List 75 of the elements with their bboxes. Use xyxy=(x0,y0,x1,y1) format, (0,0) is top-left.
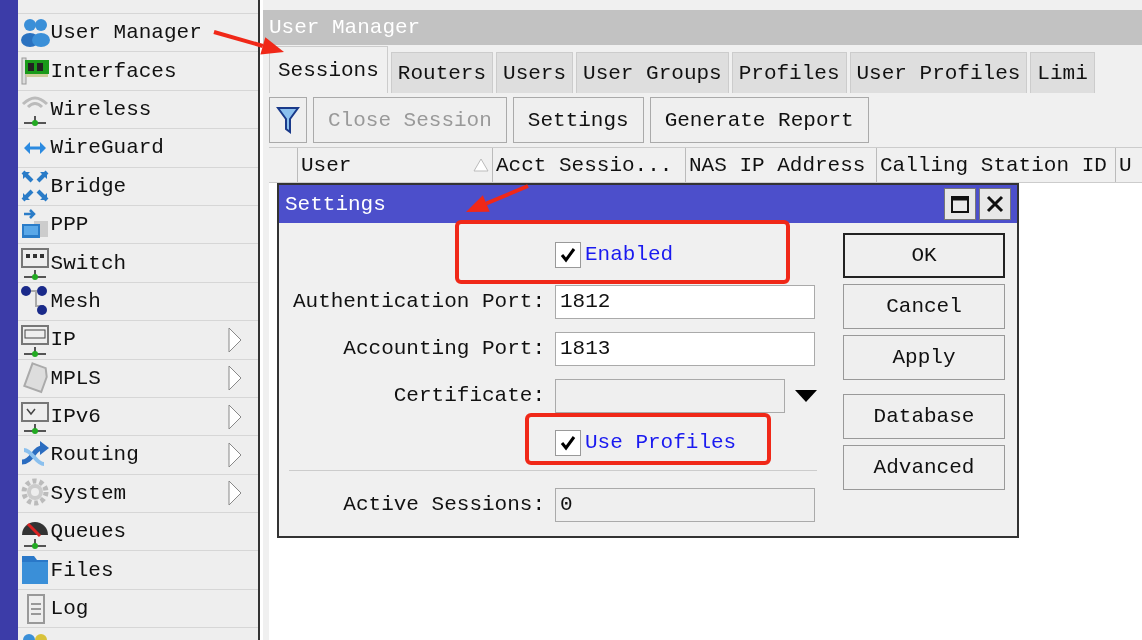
tab[interactable]: Sessions xyxy=(269,46,388,93)
field-label: Active Sessions: xyxy=(342,493,545,516)
menu-label: Wireless xyxy=(50,97,153,121)
menu-label: Mesh xyxy=(50,289,102,313)
bridge-icon xyxy=(19,169,50,204)
menu-item[interactable]: Bridge xyxy=(17,167,258,206)
filter-button[interactable] xyxy=(269,97,307,143)
menu-item[interactable]: Log xyxy=(17,589,258,629)
menu-label: MPLS xyxy=(50,366,102,390)
tab[interactable]: Limi xyxy=(1030,52,1095,93)
menu-item[interactable]: System xyxy=(17,474,258,514)
menu-item[interactable]: Mesh xyxy=(17,282,258,322)
field-label: Authentication Port: xyxy=(291,290,545,313)
tab[interactable]: Profiles xyxy=(731,52,847,93)
menu-label: IPv6 xyxy=(50,405,102,429)
menu-item[interactable]: Wireless xyxy=(17,90,258,130)
field-label: Accounting Port: xyxy=(342,337,545,360)
maximize-icon xyxy=(950,194,970,214)
filter-icon xyxy=(276,105,300,135)
checkbox[interactable] xyxy=(555,429,581,456)
column-header[interactable]: Calling Station ID xyxy=(877,148,1116,182)
menu-label: Interfaces xyxy=(50,59,178,83)
dialog-button[interactable]: Cancel xyxy=(843,284,1005,329)
close-button[interactable] xyxy=(979,188,1011,220)
menu-item[interactable]: Files xyxy=(17,551,258,590)
menu-label: System xyxy=(50,481,128,505)
maximize-button[interactable] xyxy=(944,188,976,220)
menu-item[interactable]: Interfaces xyxy=(17,52,258,91)
checkbox-label[interactable]: Use Profiles xyxy=(585,431,737,454)
menu-item[interactable]: MPLS xyxy=(17,359,258,398)
menu-item[interactable]: Switch xyxy=(17,244,258,283)
check-icon xyxy=(560,246,576,263)
tab[interactable]: Routers xyxy=(390,52,494,93)
column-header[interactable]: User xyxy=(298,148,493,182)
tab[interactable]: User Groups xyxy=(576,52,729,93)
toolbar-button[interactable]: Generate Report xyxy=(649,97,869,143)
column-header[interactable]: Acct Sessio... xyxy=(493,148,686,182)
field-label: Certificate: xyxy=(392,384,545,407)
menu-label: Files xyxy=(50,558,115,582)
menu-label: Routing xyxy=(50,443,140,467)
menu-label: PPP xyxy=(50,213,90,237)
input-field[interactable]: 1813 xyxy=(555,331,815,366)
menu-item[interactable]: IPv6 xyxy=(17,397,258,437)
menu-label: IP xyxy=(50,328,77,352)
input-field[interactable]: 1812 xyxy=(555,284,815,319)
menu-label: Queues xyxy=(50,520,128,544)
menu-item[interactable]: Queues xyxy=(17,513,258,552)
close-icon xyxy=(985,194,1005,214)
checkbox-label[interactable]: Enabled xyxy=(585,243,674,266)
tab[interactable]: User Profiles xyxy=(849,52,1028,93)
dropdown-arrow-icon xyxy=(795,389,817,402)
menu-label: User Manager xyxy=(50,21,203,45)
menu-item[interactable]: Routing xyxy=(17,436,258,475)
dialog-button[interactable]: Database xyxy=(843,394,1005,439)
check-icon xyxy=(560,434,576,451)
menu-label: Switch xyxy=(50,251,128,275)
tab[interactable]: Users xyxy=(496,52,574,93)
menu-label: WireGuard xyxy=(50,136,165,160)
dialog-button[interactable]: OK xyxy=(843,233,1005,278)
dialog-button[interactable]: Advanced xyxy=(843,445,1005,490)
menu-label: Bridge xyxy=(50,174,128,198)
menu-label: Log xyxy=(50,597,90,621)
checkbox[interactable] xyxy=(555,241,581,268)
dropdown-field[interactable] xyxy=(555,378,785,413)
dialog-title: Settings xyxy=(285,192,386,216)
menu-item[interactable]: User Manager xyxy=(17,14,258,53)
menu-item[interactable]: IP xyxy=(17,321,258,360)
window-title: User Manager xyxy=(263,10,1142,45)
toolbar-button[interactable]: Settings xyxy=(512,97,644,143)
menu-item[interactable]: PPP xyxy=(17,205,258,245)
column-header[interactable]: U xyxy=(1116,148,1142,182)
column-header[interactable]: NAS IP Address xyxy=(686,148,877,182)
menu-item[interactable]: WireGuard xyxy=(17,129,258,168)
dialog-button[interactable]: Apply xyxy=(843,335,1005,380)
input-field[interactable]: 0 xyxy=(555,487,815,522)
